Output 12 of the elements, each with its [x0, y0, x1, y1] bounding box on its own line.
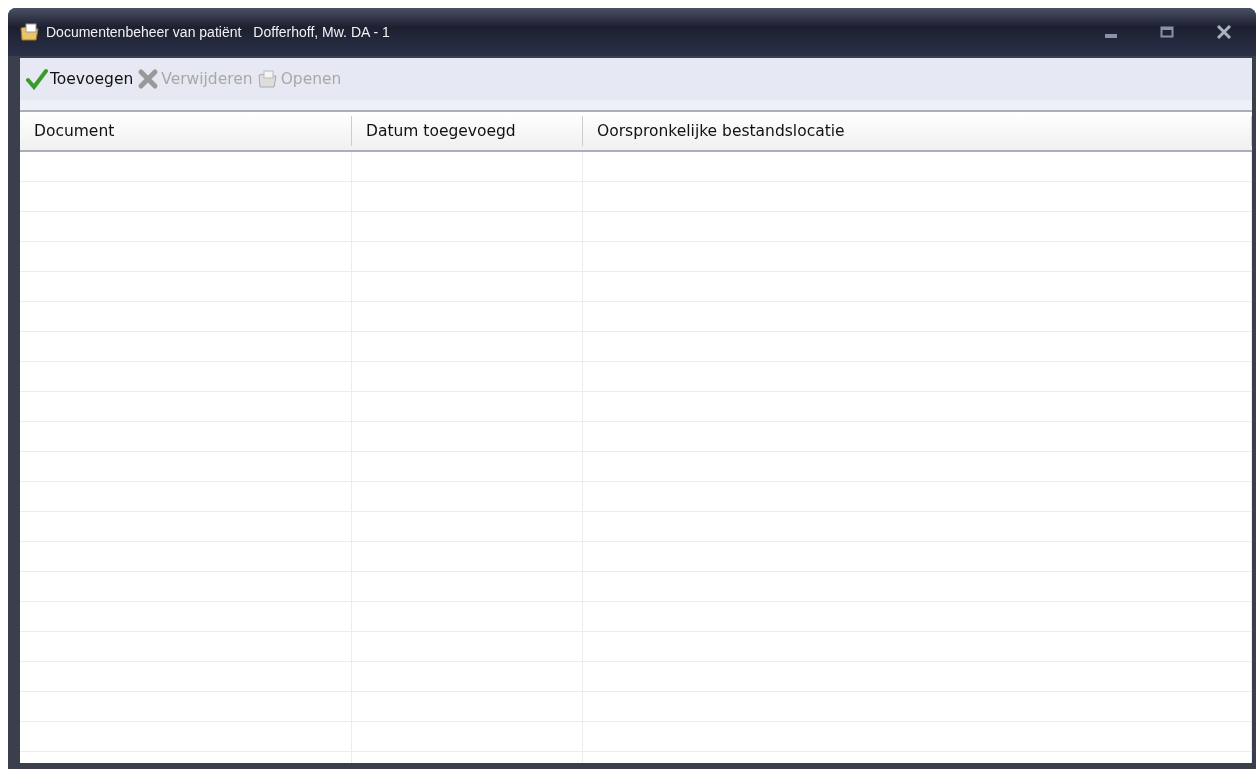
- maximize-icon[interactable]: [1160, 25, 1174, 39]
- patient-name: Dofferhoff, Mw. DA - 1: [253, 24, 390, 40]
- cross-icon: [137, 68, 160, 90]
- column-header[interactable]: Oorspronkelijke bestandslocatie: [583, 116, 1252, 146]
- window-title: Documentenbeheer van patiënt: [46, 24, 242, 40]
- add-button[interactable]: Toevoegen: [26, 68, 134, 90]
- column-header[interactable]: Document: [20, 116, 352, 146]
- folder-icon: [20, 23, 40, 41]
- folder-icon: [256, 69, 279, 89]
- close-icon[interactable]: [1216, 25, 1232, 39]
- checkmark-icon: [26, 68, 48, 90]
- column-header[interactable]: Datum toegevoegd: [352, 116, 583, 146]
